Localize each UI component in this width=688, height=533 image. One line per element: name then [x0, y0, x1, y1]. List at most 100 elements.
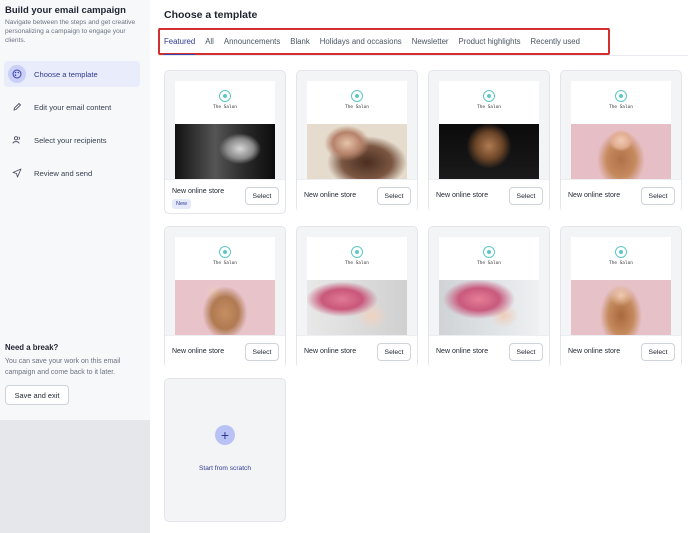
sidebar: Build your email campaign Navigate betwe… — [0, 0, 150, 533]
save-and-exit-button[interactable]: Save and exit — [5, 385, 69, 405]
card-footer: New online store Select — [429, 335, 549, 369]
page-title: Choose a template — [164, 9, 258, 21]
template-card[interactable]: The Salon New online store Select — [164, 226, 286, 369]
plus-icon: + — [215, 425, 235, 445]
select-button[interactable]: Select — [377, 343, 411, 361]
template-card[interactable]: The Salon New online store Select — [296, 226, 418, 369]
salon-logo-icon — [351, 90, 363, 102]
card-footer: New online store Select — [297, 335, 417, 369]
pencil-icon — [8, 98, 26, 116]
step-edit-content[interactable]: Edit your email content — [4, 94, 140, 120]
select-button[interactable]: Select — [641, 187, 675, 205]
template-card[interactable]: The Salon New online store New Select — [164, 70, 286, 214]
card-footer: New online store Select — [429, 179, 549, 213]
preview-photo — [175, 124, 275, 179]
preview-brand: The Salon — [477, 261, 501, 266]
preview-photo — [175, 280, 275, 335]
preview-photo — [307, 124, 407, 179]
tab-announcements[interactable]: Announcements — [224, 30, 280, 53]
palette-icon — [8, 65, 26, 83]
template-card[interactable]: The Salon New online store Select — [428, 70, 550, 213]
template-card[interactable]: The Salon New online store Select — [560, 70, 682, 213]
salon-logo-icon — [615, 90, 627, 102]
step-label: Edit your email content — [34, 102, 112, 112]
template-card[interactable]: The Salon New online store Select — [428, 226, 550, 369]
preview-brand: The Salon — [213, 105, 237, 110]
card-name: New online store — [172, 188, 225, 195]
tab-newsletter[interactable]: Newsletter — [412, 30, 449, 53]
template-preview: The Salon — [439, 81, 539, 179]
tabs-divider — [158, 55, 688, 56]
card-footer: New online store Select — [561, 335, 681, 369]
card-name: New online store — [436, 348, 489, 355]
card-name: New online store — [172, 348, 225, 355]
tab-featured[interactable]: Featured — [164, 30, 196, 56]
template-preview: The Salon — [571, 81, 671, 179]
step-select-recipients[interactable]: Select your recipients — [4, 127, 140, 153]
select-button[interactable]: Select — [377, 187, 411, 205]
preview-photo — [439, 280, 539, 335]
preview-photo — [571, 124, 671, 179]
salon-logo-icon — [483, 246, 495, 258]
steps-list: Choose a template Edit your email conten… — [4, 61, 140, 193]
step-label: Choose a template — [34, 69, 98, 79]
app: Build your email campaign Navigate betwe… — [0, 0, 688, 533]
step-choose-template[interactable]: Choose a template — [4, 61, 140, 87]
tab-recently-used[interactable]: Recently used — [531, 30, 580, 53]
select-button[interactable]: Select — [641, 343, 675, 361]
preview-photo — [571, 280, 671, 335]
template-preview: The Salon — [175, 237, 275, 335]
template-tabs: Featured All Announcements Blank Holiday… — [164, 30, 590, 56]
card-footer: New online store Select — [165, 335, 285, 369]
new-badge: New — [172, 199, 192, 209]
salon-logo-icon — [219, 90, 231, 102]
salon-logo-icon — [615, 246, 627, 258]
preview-brand: The Salon — [609, 261, 633, 266]
preview-brand: The Salon — [213, 261, 237, 266]
card-name: New online store — [436, 192, 489, 199]
template-preview: The Salon — [439, 237, 539, 335]
select-button[interactable]: Select — [245, 343, 279, 361]
step-label: Review and send — [34, 168, 93, 178]
salon-logo-icon — [483, 90, 495, 102]
preview-photo — [307, 280, 407, 335]
sidebar-description: Navigate between the steps and get creat… — [5, 19, 136, 44]
select-button[interactable]: Select — [509, 343, 543, 361]
card-name: New online store — [568, 192, 621, 199]
salon-logo-icon — [351, 246, 363, 258]
users-icon — [8, 131, 26, 149]
start-from-scratch-label: Start from scratch — [198, 465, 252, 472]
select-button[interactable]: Select — [509, 187, 543, 205]
preview-brand: The Salon — [345, 105, 369, 110]
start-from-scratch-card[interactable]: + Start from scratch — [164, 378, 286, 522]
sidebar-footer-area — [0, 420, 150, 533]
card-name: New online store — [304, 192, 357, 199]
template-preview: The Salon — [571, 237, 671, 335]
template-preview: The Salon — [175, 81, 275, 179]
tab-product-highlights[interactable]: Product highlights — [459, 30, 521, 53]
tabs-highlight: Featured All Announcements Blank Holiday… — [158, 28, 610, 56]
break-description: You can save your work on this email cam… — [5, 358, 121, 376]
card-footer: New online store New Select — [165, 179, 285, 213]
tab-blank[interactable]: Blank — [290, 30, 310, 53]
preview-brand: The Salon — [609, 105, 633, 110]
select-button[interactable]: Select — [245, 187, 279, 205]
preview-brand: The Salon — [345, 261, 369, 266]
card-name: New online store — [304, 348, 357, 355]
preview-photo — [439, 124, 539, 179]
sidebar-title: Build your email campaign — [5, 5, 126, 16]
card-footer: New online store Select — [561, 179, 681, 213]
break-title: Need a break? — [5, 343, 59, 352]
template-card[interactable]: The Salon New online store Select — [560, 226, 682, 369]
card-name: New online store — [568, 348, 621, 355]
template-preview: The Salon — [307, 237, 407, 335]
salon-logo-icon — [219, 246, 231, 258]
tab-holidays-and-occasions[interactable]: Holidays and occasions — [320, 30, 402, 53]
template-preview: The Salon — [307, 81, 407, 179]
step-label: Select your recipients — [34, 135, 107, 145]
tab-all[interactable]: All — [205, 30, 214, 53]
template-card[interactable]: The Salon New online store Select — [296, 70, 418, 213]
step-review-send[interactable]: Review and send — [4, 160, 140, 186]
send-icon — [8, 164, 26, 182]
preview-brand: The Salon — [477, 105, 501, 110]
